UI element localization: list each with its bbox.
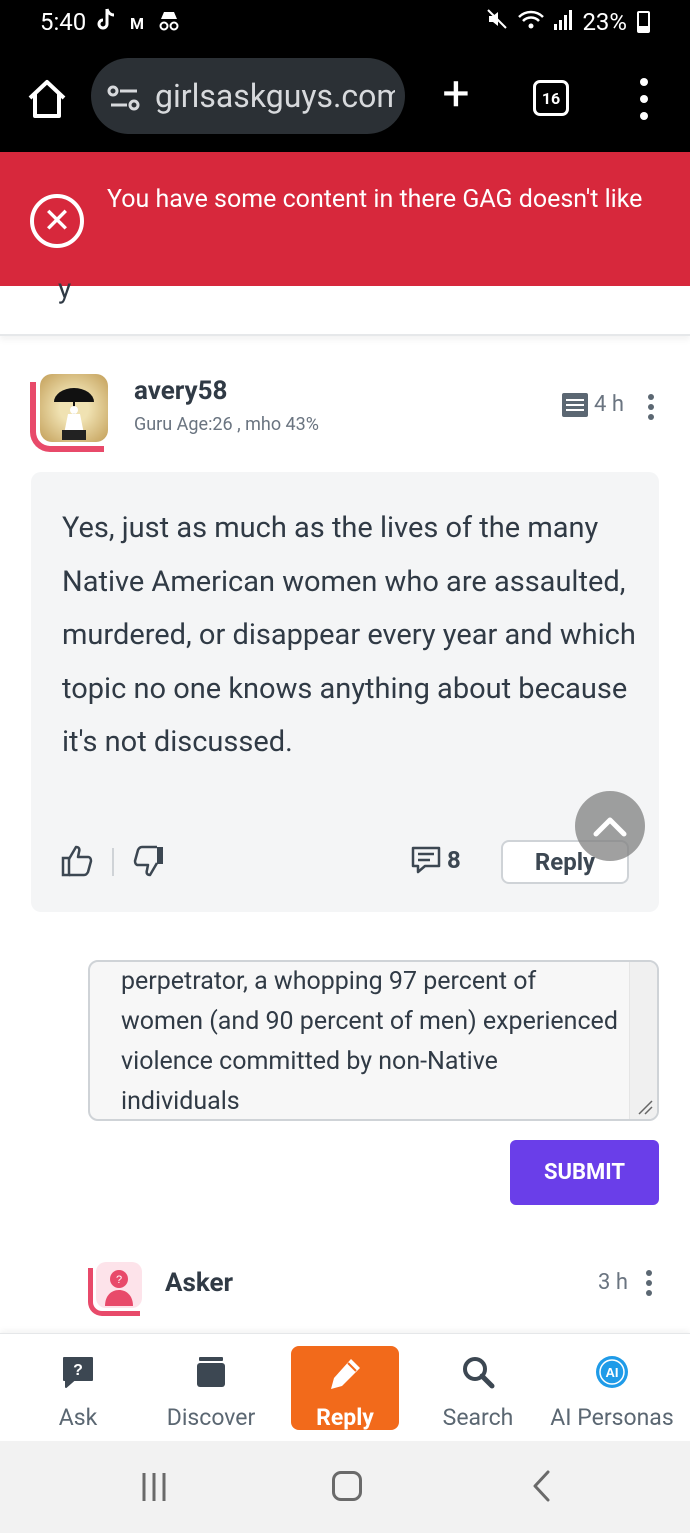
asker-options-icon[interactable]	[646, 1270, 652, 1296]
submit-button[interactable]: SUBMIT	[510, 1140, 659, 1205]
svg-text:?: ?	[73, 1362, 83, 1379]
nav-reply[interactable]: Reply	[291, 1346, 399, 1431]
nav-ask-label[interactable]: Ask	[59, 1404, 98, 1431]
asker-avatar-image: ?	[96, 1262, 142, 1308]
pencil-icon	[327, 1356, 363, 1392]
battery-percent: 23%	[582, 8, 627, 36]
error-banner: ✕ You have some content in there GAG doe…	[0, 152, 690, 286]
system-home-icon[interactable]	[332, 1471, 362, 1501]
close-circle-icon[interactable]: ✕	[30, 194, 84, 248]
recents-icon[interactable]	[140, 1471, 170, 1507]
svg-text:AI: AI	[606, 1365, 619, 1380]
previous-content-edge: y	[0, 272, 690, 336]
nav-discover[interactable]: Discover	[160, 1334, 262, 1442]
avatar[interactable]	[30, 372, 110, 452]
avatar-image	[40, 374, 108, 442]
answer-options-icon[interactable]	[648, 394, 654, 420]
answer-time: 4 h	[594, 392, 624, 417]
search-icon	[460, 1354, 496, 1390]
asker-avatar[interactable]: ?	[88, 1260, 144, 1316]
gmail-icon: M	[130, 13, 145, 33]
url-bar[interactable]: girlsaskguys.com	[91, 58, 405, 134]
textarea-scrollbar[interactable]	[629, 962, 657, 1119]
site-settings-icon[interactable]	[107, 82, 141, 111]
error-message: You have some content in there GAG doesn…	[107, 185, 643, 214]
bottom-nav: ? Ask Discover Reply Search AI AI Person…	[0, 1333, 690, 1441]
reply-textarea-text[interactable]: perpetrator, a whopping 97 percent of wo…	[121, 962, 621, 1119]
comments-icon[interactable]	[411, 846, 441, 874]
svg-text:?: ?	[116, 1274, 122, 1286]
asker-time: 3 h	[598, 1270, 628, 1295]
ask-icon: ?	[60, 1354, 96, 1390]
browser-menu-icon[interactable]	[632, 74, 656, 124]
system-nav-bar	[0, 1441, 690, 1533]
nav-ask[interactable]: ? Ask	[38, 1334, 118, 1442]
signal-icon	[554, 8, 573, 36]
discover-icon	[193, 1354, 229, 1390]
vote-separator	[112, 848, 114, 876]
resize-handle-icon[interactable]	[637, 1099, 653, 1115]
nav-search-label[interactable]: Search	[443, 1404, 514, 1431]
wifi-icon	[518, 8, 545, 36]
browser-toolbar: girlsaskguys.com + 16	[0, 44, 690, 152]
answer-text: Yes, just as much as the lives of the ma…	[62, 511, 636, 760]
asker-label: Asker	[165, 1268, 234, 1298]
url-text[interactable]: girlsaskguys.com	[155, 77, 395, 115]
reply-textarea[interactable]: perpetrator, a whopping 97 percent of wo…	[88, 960, 659, 1121]
answer-header: avery58 Guru Age:26 , mho 43% 4 h	[30, 372, 660, 452]
answer-actions: 8 Reply	[31, 840, 659, 890]
mute-icon	[486, 8, 508, 36]
ai-personas-icon: AI	[594, 1354, 630, 1390]
user-info: Guru Age:26 , mho 43%	[134, 414, 319, 435]
clipped-text: y	[58, 272, 72, 305]
answer-card: Yes, just as much as the lives of the ma…	[31, 472, 659, 912]
tiktok-icon	[96, 8, 116, 38]
nav-search[interactable]: Search	[438, 1334, 518, 1442]
tab-switcher-button[interactable]: 16	[533, 80, 569, 116]
status-time: 5:40	[40, 8, 87, 36]
nav-ai-personas[interactable]: AI AI Personas	[548, 1334, 676, 1442]
scroll-to-top-button[interactable]	[575, 791, 645, 861]
comment-count[interactable]: 8	[447, 846, 461, 874]
nav-discover-label[interactable]: Discover	[167, 1404, 256, 1431]
battery-icon	[637, 11, 650, 33]
back-icon[interactable]	[530, 1469, 554, 1507]
nav-ai-personas-label[interactable]: AI Personas	[550, 1404, 673, 1431]
comment-icon	[562, 392, 589, 417]
new-tab-icon[interactable]: +	[434, 70, 478, 118]
username[interactable]: avery58	[134, 376, 227, 406]
nav-reply-label[interactable]: Reply	[316, 1404, 374, 1431]
home-icon[interactable]	[22, 74, 72, 124]
asker-comment-header: ? Asker 3 h	[88, 1260, 660, 1320]
chevron-up-icon	[593, 817, 627, 837]
thumbs-up-icon[interactable]	[61, 844, 95, 878]
status-bar: 5:40 M 23%	[0, 0, 690, 44]
thumbs-down-icon[interactable]	[131, 844, 165, 878]
incognito-icon	[158, 9, 180, 37]
